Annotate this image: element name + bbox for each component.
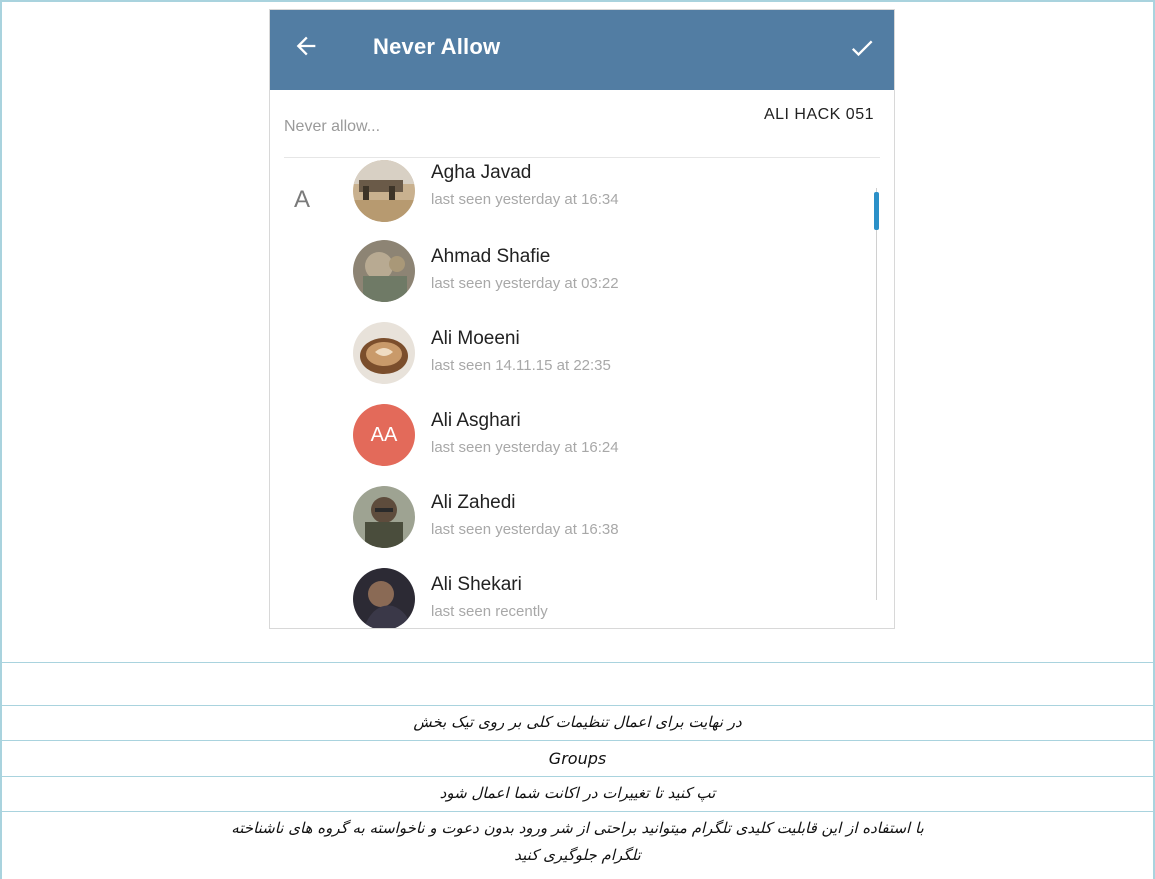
search-input[interactable]: Never allow... [284,118,380,136]
caption-line: تلگرام جلوگیری کنید [514,846,641,864]
avatar [353,240,415,302]
avatar [353,160,415,222]
avatar [353,568,415,628]
back-arrow-icon[interactable] [292,32,320,60]
contact-status: last seen yesterday at 16:38 [431,521,619,538]
contact-name: Agha Javad [431,162,532,183]
phone-screenshot: Never Allow ALI HACK 051 Never allow... … [269,9,895,629]
contact-name: Ali Zahedi [431,492,516,513]
table-border [0,740,1155,741]
contact-row[interactable]: Ali Shekari last seen recently [270,566,894,628]
contact-row[interactable]: Ahmad Shafie last seen yesterday at 03:2… [270,238,894,320]
selected-contact-chip[interactable]: ALI HACK 051 [764,106,874,124]
caption-line: تپ کنید تا تغییرات در اکانت شما اعمال شو… [439,784,716,802]
contact-row[interactable]: AA Ali Asghari last seen yesterday at 16… [270,402,894,484]
contact-row[interactable]: Agha Javad last seen yesterday at 16:34 [270,158,894,240]
screen-title: Never Allow [373,34,501,59]
scrollbar-track [876,188,877,600]
table-border [0,662,1155,663]
contact-name: Ali Moeeni [431,328,520,349]
table-border [0,705,1155,706]
caption-line: در نهایت برای اعمال تنظیمات کلی بر روی ت… [413,713,742,731]
contact-row[interactable]: Ali Zahedi last seen yesterday at 16:38 [270,484,894,566]
contact-name: Ahmad Shafie [431,246,551,267]
app-bar: Never Allow [270,10,894,90]
caption-line: با استفاده از این قابلیت کلیدی تلگرام می… [231,819,924,837]
scrollbar-thumb[interactable] [874,192,879,230]
avatar: AA [353,404,415,466]
contact-name: Ali Asghari [431,410,521,431]
contact-status: last seen recently [431,603,548,620]
table-border [0,811,1155,812]
table-border [0,776,1155,777]
contact-status: last seen yesterday at 16:24 [431,439,619,456]
check-icon[interactable] [848,34,876,62]
avatar [353,322,415,384]
contact-name: Ali Shekari [431,574,522,595]
contact-row[interactable]: Ali Moeeni last seen 14.11.15 at 22:35 [270,320,894,402]
avatar [353,486,415,548]
contact-status: last seen 14.11.15 at 22:35 [431,357,611,374]
caption-line: Groups [548,749,607,768]
contact-status: last seen yesterday at 16:34 [431,191,619,208]
contact-status: last seen yesterday at 03:22 [431,275,619,292]
